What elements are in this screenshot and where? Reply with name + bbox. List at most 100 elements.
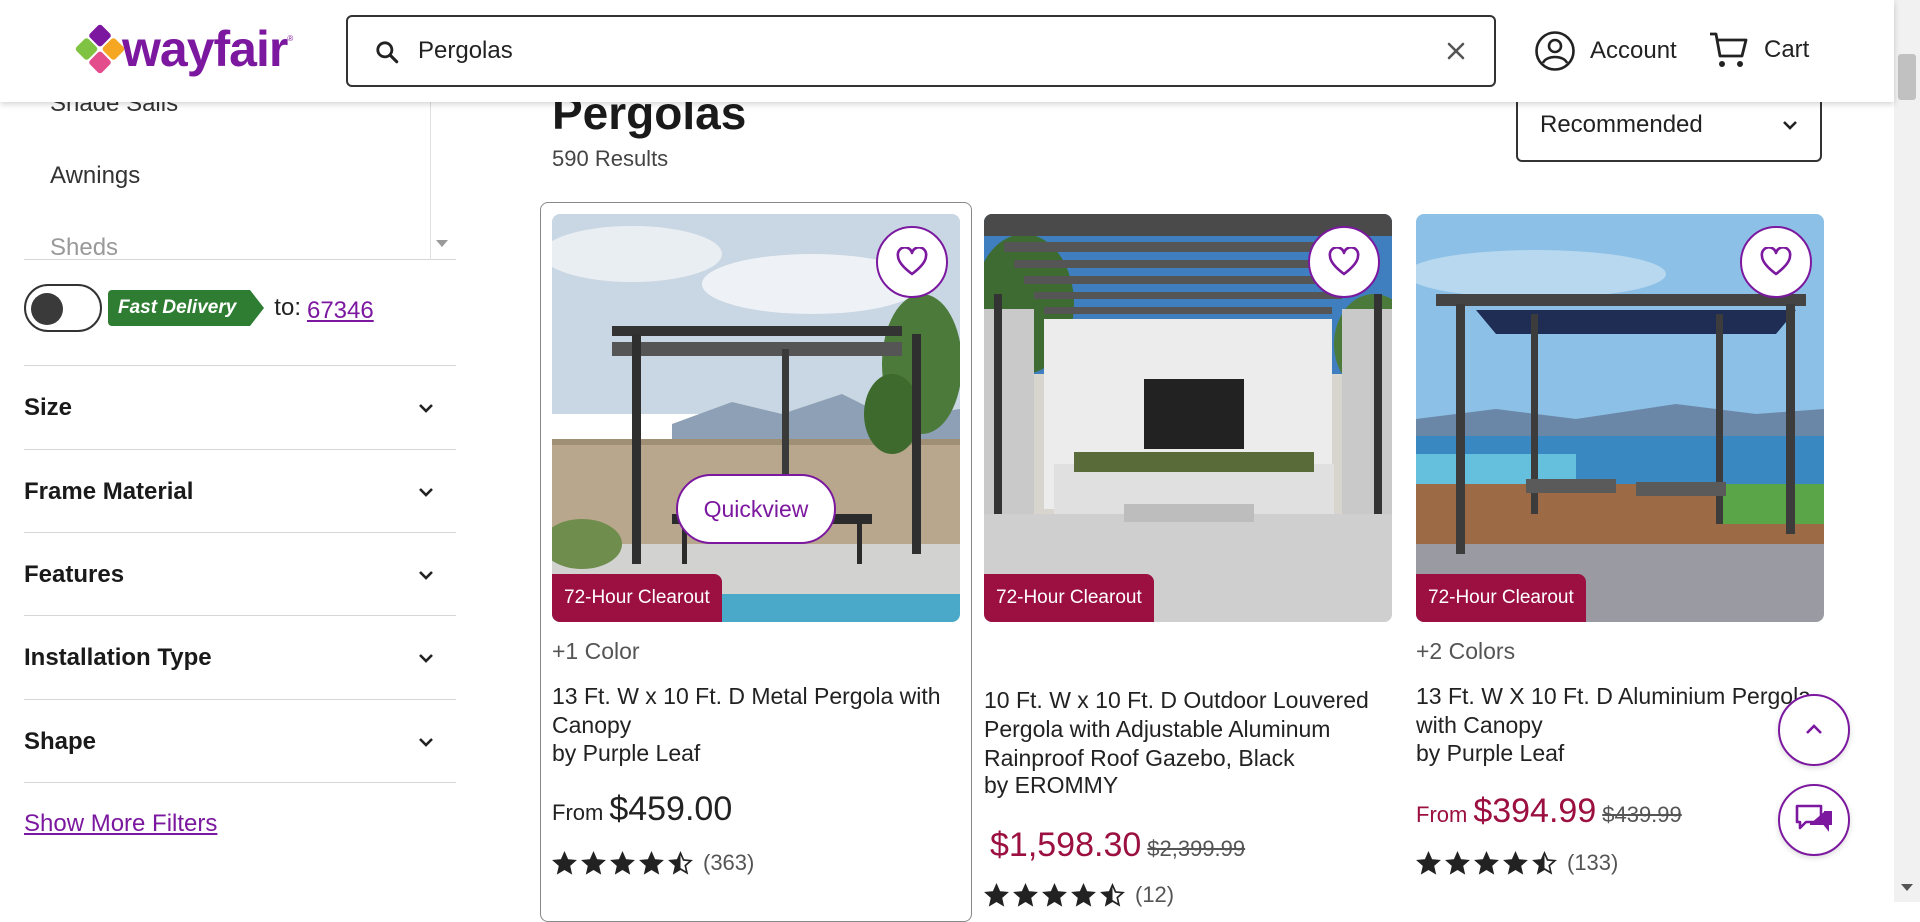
sort-value: Recommended — [1540, 111, 1703, 138]
price-row: From $459.00 — [552, 790, 732, 829]
star-icon — [1042, 882, 1067, 907]
product-image[interactable]: 72-Hour Clearout — [984, 214, 1392, 622]
star-icon — [639, 850, 664, 875]
search-bar — [346, 15, 1496, 87]
filter-shape[interactable]: Shape — [24, 699, 456, 783]
product-brand: by Purple Leaf — [552, 740, 701, 766]
product-brand: by EROMMY — [984, 772, 1119, 798]
cart-label: Cart — [1764, 36, 1810, 63]
star-icon — [1071, 882, 1096, 907]
product-card[interactable]: Quickview 72-Hour Clearout +1 Color 13 F… — [552, 214, 960, 875]
star-icon — [610, 850, 635, 875]
rating-row[interactable]: (363) — [552, 850, 754, 876]
show-more-filters-link[interactable]: Show More Filters — [24, 810, 217, 838]
filter-divider — [24, 782, 456, 783]
price: $1,598.30 — [990, 826, 1142, 864]
delivery-zip-link[interactable]: 67346 — [307, 297, 374, 325]
product-card[interactable]: 72-Hour Clearout +2 Colors 13 Ft. W X 10… — [1416, 214, 1824, 875]
rating-row[interactable]: (12) — [984, 882, 1174, 908]
clearout-badge: 72-Hour Clearout — [552, 574, 722, 622]
price-prefix: From — [552, 800, 604, 825]
search-icon[interactable] — [374, 39, 400, 65]
scroll-down-arrow-icon[interactable] — [1901, 884, 1913, 891]
price-row: $1,598.30 $2,399.99 — [984, 826, 1245, 865]
star-icon — [984, 882, 1009, 907]
filter-sidebar: Shade Sails Awnings Sheds Fast Delivery … — [0, 0, 460, 902]
scroll-to-top-button[interactable] — [1778, 694, 1850, 766]
account-icon — [1535, 31, 1575, 71]
category-item-awnings[interactable]: Awnings — [50, 162, 140, 190]
product-card[interactable]: 72-Hour Clearout 10 Ft. W x 10 Ft. D Out… — [984, 214, 1392, 907]
color-count: +2 Colors — [1416, 638, 1516, 664]
account-button[interactable]: Account — [1534, 30, 1677, 72]
color-count: +1 Color — [552, 638, 640, 664]
star-icon — [581, 850, 606, 875]
site-header: wayfair ® Account Cart — [0, 0, 1894, 102]
price: $459.00 — [609, 790, 733, 828]
star-icon — [668, 850, 693, 875]
price-prefix: From — [1416, 802, 1468, 827]
chevron-up-icon — [1806, 724, 1822, 734]
star-rating — [1416, 850, 1557, 876]
chevron-down-icon — [419, 487, 433, 497]
product-brand: by Purple Leaf — [1416, 740, 1565, 766]
chevron-down-icon — [419, 403, 433, 413]
heart-icon — [1328, 247, 1360, 276]
filter-frame-material[interactable]: Frame Material — [24, 449, 456, 533]
favorite-button[interactable] — [1740, 226, 1812, 298]
filter-size[interactable]: Size — [24, 365, 456, 449]
star-rating — [984, 882, 1125, 908]
fast-delivery-row: Fast Delivery to: 67346 — [24, 284, 374, 332]
fast-delivery-badge: Fast Delivery — [108, 290, 265, 326]
star-icon — [1532, 850, 1557, 875]
product-image[interactable]: Quickview 72-Hour Clearout — [552, 214, 960, 622]
product-name[interactable]: 10 Ft. W x 10 Ft. D Outdoor Louvered Per… — [984, 686, 1392, 773]
review-count: (363) — [703, 850, 755, 875]
logo-mark-icon — [74, 23, 126, 75]
favorite-button[interactable] — [1308, 226, 1380, 298]
was-price: $439.99 — [1602, 802, 1682, 827]
star-icon — [552, 850, 577, 875]
category-item-sheds[interactable]: Sheds — [50, 234, 118, 259]
page-scrollbar[interactable] — [1894, 0, 1920, 902]
review-count: (133) — [1567, 850, 1619, 875]
star-icon — [1416, 850, 1441, 875]
chat-button[interactable] — [1778, 784, 1850, 856]
favorite-button[interactable] — [876, 226, 948, 298]
fast-delivery-toggle[interactable] — [24, 284, 102, 332]
clearout-badge: 72-Hour Clearout — [984, 574, 1154, 622]
account-label: Account — [1590, 37, 1677, 64]
filter-features[interactable]: Features — [24, 532, 456, 616]
chevron-down-icon — [1783, 121, 1797, 130]
heart-icon — [1760, 247, 1792, 276]
page-scrollbar-thumb[interactable] — [1898, 54, 1916, 100]
category-scroll-down-icon[interactable] — [436, 240, 448, 247]
wayfair-logo[interactable]: wayfair ® — [74, 21, 293, 77]
clearout-badge: 72-Hour Clearout — [1416, 574, 1586, 622]
star-icon — [1445, 850, 1470, 875]
rating-row[interactable]: (133) — [1416, 850, 1618, 876]
product-name[interactable]: 13 Ft. W X 10 Ft. D Aluminium Pergola wi… — [1416, 682, 1824, 740]
search-input[interactable] — [418, 17, 1418, 85]
star-icon — [1013, 882, 1038, 907]
star-icon — [1474, 850, 1499, 875]
product-image[interactable]: 72-Hour Clearout — [1416, 214, 1824, 622]
logo-text: wayfair — [122, 21, 288, 77]
chevron-down-icon — [419, 737, 433, 747]
price-row: From $394.99 $439.99 — [1416, 792, 1682, 831]
quickview-button[interactable]: Quickview — [676, 474, 836, 544]
review-count: (12) — [1135, 882, 1175, 907]
cart-icon — [1710, 32, 1748, 67]
star-icon — [1503, 850, 1528, 875]
chevron-down-icon — [419, 653, 433, 663]
star-icon — [1100, 882, 1125, 907]
clear-search-icon[interactable] — [1442, 37, 1470, 65]
price: $394.99 — [1473, 792, 1597, 830]
fast-delivery-to-label: to: — [274, 294, 301, 321]
was-price: $2,399.99 — [1147, 836, 1246, 861]
filter-installation-type[interactable]: Installation Type — [24, 615, 456, 699]
heart-icon — [896, 247, 928, 276]
result-count: 590 Results — [552, 146, 669, 171]
product-name[interactable]: 13 Ft. W x 10 Ft. D Metal Pergola with C… — [552, 682, 960, 740]
cart-button[interactable]: Cart — [1708, 30, 1809, 70]
